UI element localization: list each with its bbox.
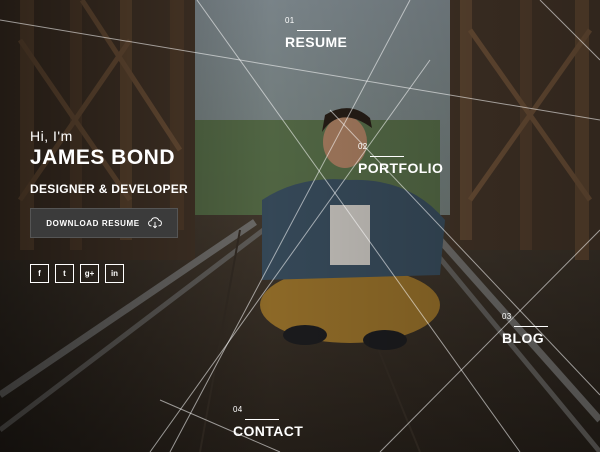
hero-name: JAMES BOND (30, 146, 176, 169)
nav-item-portfolio[interactable]: 02 PORTFOLIO (358, 142, 443, 176)
nav-label-blog: BLOG (502, 330, 545, 346)
twitter-icon[interactable]: t (55, 264, 74, 283)
linkedin-icon[interactable]: in (105, 264, 124, 283)
nav-divider (370, 156, 404, 157)
nav-item-resume[interactable]: 01 RESUME (285, 16, 347, 50)
nav-item-contact[interactable]: 04 CONTACT (233, 405, 303, 439)
nav-number: 02 (358, 142, 368, 151)
nav-label-contact: CONTACT (233, 423, 304, 439)
hero-intro: Hi, I'm JAMES BOND DESIGNER & DEVELOPER (30, 128, 188, 196)
cloud-download-icon (147, 217, 162, 229)
greeting-text: Hi, I'm (30, 128, 73, 144)
nav-label-portfolio: PORTFOLIO (358, 160, 444, 176)
nav-divider (297, 30, 331, 31)
nav-number: 01 (285, 16, 295, 25)
download-resume-label: DOWNLOAD RESUME (46, 218, 140, 228)
nav-label-resume: RESUME (285, 34, 348, 50)
hero-role: DESIGNER & DEVELOPER (30, 182, 189, 196)
nav-item-blog[interactable]: 03 BLOG (502, 312, 548, 346)
download-resume-button[interactable]: DOWNLOAD RESUME (30, 208, 178, 238)
nav-number: 03 (502, 312, 512, 321)
social-links: f t g+ in (30, 264, 124, 283)
nav-divider (245, 419, 279, 420)
google-plus-icon[interactable]: g+ (80, 264, 99, 283)
nav-divider (514, 326, 548, 327)
nav-number: 04 (233, 405, 243, 414)
facebook-icon[interactable]: f (30, 264, 49, 283)
